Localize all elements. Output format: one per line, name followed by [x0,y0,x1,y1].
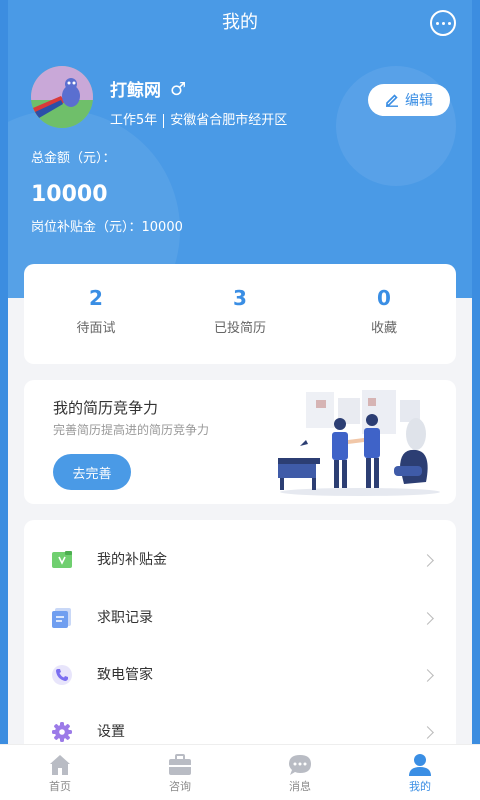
tab-label: 首页 [49,780,71,793]
home-icon [50,755,70,775]
resume-subtitle: 完善简历提高进的简历竞争力 [53,423,210,437]
wallet-icon [52,551,72,568]
resume-title: 我的简历竞争力 [53,399,159,417]
position-subsidy: 岗位补贴金（元）：10000 [31,220,183,235]
chevron-right-icon [421,668,434,682]
stat-label: 收藏 [370,321,397,336]
menu-item-call-butler[interactable]: 致电管家 [24,655,456,695]
location: 安徽省合肥市经开区 [170,113,288,128]
stats-card: 2 待面试 3 已投简历 0 收藏 [24,264,456,364]
gender-male-icon: ♂ [170,79,187,100]
stat-value: 2 [89,286,103,310]
briefcase-icon [169,754,191,775]
menu-label: 求职记录 [97,610,153,626]
pencil-icon [386,94,398,107]
page-title: 我的 [222,12,258,33]
tab-label: 消息 [289,780,311,793]
stat-label: 待面试 [76,321,116,336]
stat-value: 0 [377,286,391,310]
edit-label: 编辑 [405,93,433,109]
gear-icon [52,722,72,742]
chevron-right-icon [421,553,434,567]
tab-label: 咨询 [169,780,191,793]
menu-label: 我的补贴金 [97,552,167,568]
profile-meta: 工作5年 安徽省合肥市经开区 [110,112,287,130]
tab-mine[interactable]: 我的 [360,745,480,800]
total-amount-label: 总金额（元）： [31,151,116,166]
avatar[interactable] [31,66,93,128]
menu-label: 致电管家 [97,667,153,683]
menu-label: 设置 [97,724,125,740]
phone-icon [52,665,72,685]
profile-header-background [0,0,480,298]
screen-edge [0,0,8,800]
chevron-right-icon [421,725,434,739]
menu-item-job-records[interactable]: 求职记录 [24,598,456,638]
menu-list: 我的补贴金 求职记录 致电管家 设置 [24,520,456,760]
tab-home[interactable]: 首页 [0,745,120,800]
stat-resumes-sent[interactable]: 3 已投简历 [168,264,312,364]
bottom-tab-bar: 首页 咨询 消息 我的 [0,744,480,800]
tab-label: 我的 [409,780,431,793]
stat-pending-interview[interactable]: 2 待面试 [24,264,168,364]
username: 打鲸网 [110,81,161,101]
user-icon [409,754,431,776]
total-amount-value: 10000 [31,182,108,207]
stat-favorites[interactable]: 0 收藏 [312,264,456,364]
message-icon [289,755,311,775]
stat-value: 3 [233,286,247,310]
complete-resume-button[interactable]: 去完善 [53,454,131,490]
document-icon [52,608,71,628]
tab-messages[interactable]: 消息 [240,745,360,800]
screen-edge [472,0,480,800]
divider [163,114,165,128]
resume-competitiveness-card: 我的简历竞争力 完善简历提高进的简历竞争力 去完善 [24,380,456,504]
edit-profile-button[interactable]: 编辑 [368,84,450,116]
work-experience: 工作5年 [110,113,158,128]
more-dots-icon[interactable] [430,10,456,36]
chevron-right-icon [421,611,434,625]
handshake-illustration [278,390,440,496]
stat-label: 已投简历 [213,321,266,336]
tab-consult[interactable]: 咨询 [120,745,240,800]
menu-item-subsidy[interactable]: 我的补贴金 [24,540,456,580]
